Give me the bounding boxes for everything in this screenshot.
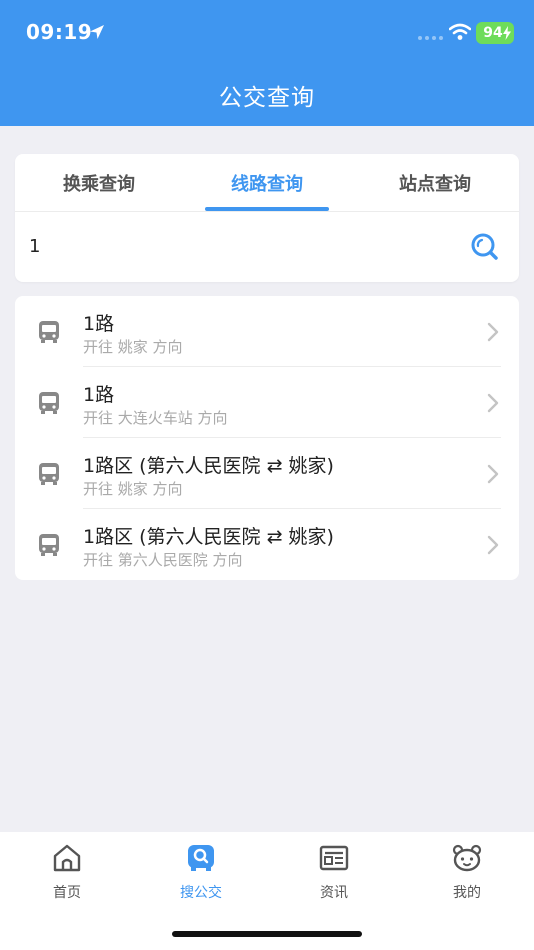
tabbar-label: 首页	[53, 885, 81, 901]
tabbar-item-news[interactable]: 资讯	[267, 842, 401, 902]
battery-indicator: 94	[476, 22, 514, 44]
list-item[interactable]: 1路区 (第六人民医院 ⇄ 姚家) 开往 第六人民医院 方向	[15, 509, 519, 580]
chevron-right-icon	[487, 322, 499, 342]
tabbar-label: 我的	[453, 885, 481, 901]
status-time: 09:19	[26, 20, 93, 44]
bus-icon	[39, 392, 59, 414]
route-name: 1路区 (第六人民医院 ⇄ 姚家)	[83, 455, 334, 477]
bus-icon	[39, 463, 59, 485]
active-tab-indicator	[205, 207, 329, 211]
route-direction: 开往 第六人民医院 方向	[83, 551, 243, 569]
tabbar-label: 搜公交	[180, 885, 222, 901]
list-item[interactable]: 1路区 (第六人民医院 ⇄ 姚家) 开往 姚家 方向	[15, 438, 519, 509]
tab-transfer-query[interactable]: 换乘查询	[15, 170, 183, 196]
news-icon	[319, 845, 349, 871]
bus-search-icon	[188, 845, 214, 871]
chevron-right-icon	[487, 393, 499, 413]
bus-icon	[39, 321, 59, 343]
tabbar-item-search-bus[interactable]: 搜公交	[134, 842, 268, 902]
tabbar-item-mine[interactable]: 我的	[400, 842, 534, 902]
wifi-icon	[449, 23, 471, 40]
charging-bolt-icon	[503, 26, 511, 40]
search-input[interactable]: 1	[29, 236, 40, 257]
bear-profile-icon	[452, 844, 482, 872]
location-arrow-icon	[90, 25, 104, 39]
route-direction: 开往 姚家 方向	[83, 338, 183, 356]
bus-icon	[39, 534, 59, 556]
signal-icon	[418, 36, 443, 40]
tab-stop-query[interactable]: 站点查询	[351, 170, 519, 196]
tabbar-label: 资讯	[320, 885, 348, 901]
route-name: 1路区 (第六人民医院 ⇄ 姚家)	[83, 526, 334, 548]
app-header: 09:19 94 公交查询	[0, 0, 534, 126]
search-icon[interactable]	[470, 232, 500, 262]
home-icon	[53, 844, 81, 872]
home-indicator	[172, 931, 362, 937]
page-title: 公交查询	[219, 85, 315, 111]
search-card: 换乘查询 线路查询 站点查询 1	[15, 154, 519, 282]
route-name: 1路	[83, 313, 115, 335]
route-direction: 开往 大连火车站 方向	[83, 409, 228, 427]
route-name: 1路	[83, 384, 115, 406]
tabbar-item-home[interactable]: 首页	[0, 842, 134, 902]
battery-level: 94	[483, 25, 503, 41]
route-direction: 开往 姚家 方向	[83, 480, 183, 498]
list-item[interactable]: 1路 开往 大连火车站 方向	[15, 367, 519, 438]
chevron-right-icon	[487, 464, 499, 484]
chevron-right-icon	[487, 535, 499, 555]
tab-route-query[interactable]: 线路查询	[183, 170, 351, 196]
route-results-list: 1路 开往 姚家 方向 1路 开往 大连火车站 方向 1路区 (第六人民医院 ⇄…	[15, 296, 519, 580]
search-tabs: 换乘查询 线路查询 站点查询	[15, 154, 519, 212]
list-item[interactable]: 1路 开往 姚家 方向	[15, 296, 519, 367]
